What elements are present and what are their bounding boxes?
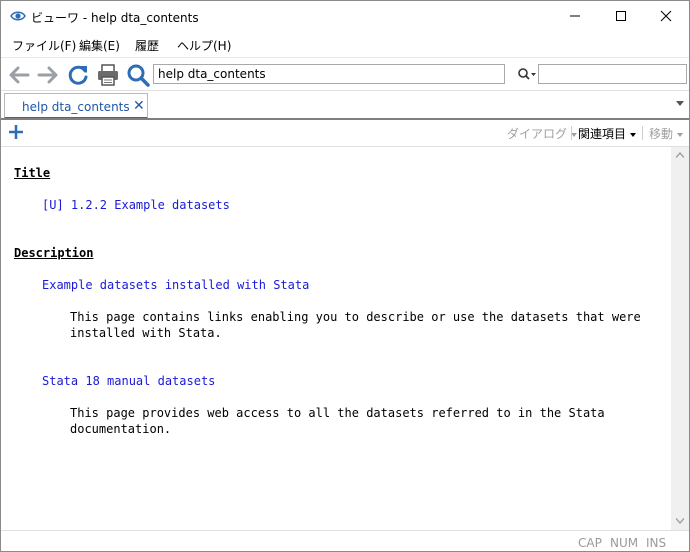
caps-lock-indicator: CAP [578,536,602,550]
scroll-up-icon[interactable] [676,152,684,158]
description-heading: Description [14,246,94,260]
minimize-button[interactable] [552,1,598,31]
jump-label: 移動 [649,127,674,141]
vertical-scrollbar[interactable] [671,147,689,530]
toolbar: help dta_contents [1,57,689,91]
find-dropdown-icon[interactable] [517,67,537,81]
refresh-icon[interactable] [65,62,91,88]
dialog-menu[interactable]: ダイアログ [507,125,578,142]
menu-help[interactable]: ヘルプ(H) [177,37,231,54]
scroll-down-icon[interactable] [676,518,684,524]
close-button[interactable] [643,1,689,31]
example-datasets-text-1: This page contains links enabling you to… [70,310,641,324]
title-bar: ビューワ - help dta_contents [1,1,689,32]
divider [571,126,572,140]
tab-overflow-icon[interactable] [676,101,684,106]
dialog-label: ダイアログ [507,127,568,141]
print-icon[interactable] [95,62,121,88]
find-input[interactable] [538,64,687,84]
menu-edit[interactable]: 編集(E) [79,37,120,54]
menu-bar: ファイル(F) 編集(E) 履歴 ヘルプ(H) [1,33,689,55]
close-icon [660,10,672,22]
search-icon[interactable] [125,62,151,88]
title-link[interactable]: [U] 1.2.2 Example datasets [42,197,230,213]
help-content: Title [U] 1.2.2 Example datasets Descrip… [1,147,671,530]
status-bar: CAP NUM INS [1,530,689,551]
example-datasets-text-2: installed with Stata. [70,326,222,340]
manual-datasets-text-1: This page provides web access to all the… [70,406,605,420]
divider [642,126,643,140]
eye-icon [10,11,26,21]
jump-menu[interactable]: 移動 [649,125,684,142]
manual-datasets-text-2: documentation. [70,422,172,436]
tab-strip: help dta_contents ✕ [1,90,689,120]
manual-datasets-link[interactable]: Stata 18 manual datasets [42,373,215,389]
plus-icon[interactable] [7,123,25,141]
menu-history[interactable]: 履歴 [135,37,159,54]
chevron-down-icon [630,132,637,137]
num-lock-indicator: NUM [610,536,639,550]
example-datasets-link[interactable]: Example datasets installed with Stata [42,277,309,293]
viewer-window: ビューワ - help dta_contents ファイル(F) 編集(E) 履… [0,0,690,552]
chevron-down-icon [677,132,684,137]
title-heading: Title [14,166,51,180]
insert-mode-indicator: INS [646,536,667,550]
back-arrow-icon[interactable] [6,62,32,88]
related-label: 関連項目 [578,127,627,141]
tab-label: help dta_contents [22,100,130,114]
window-title: ビューワ - help dta_contents [31,11,199,25]
minimize-icon [570,15,580,17]
tab-close-icon[interactable]: ✕ [133,98,145,114]
tab-help-dta-contents[interactable]: help dta_contents ✕ [4,93,148,119]
command-input[interactable]: help dta_contents [153,64,505,84]
related-menu[interactable]: 関連項目 [578,125,637,142]
forward-arrow-icon[interactable] [35,62,61,88]
maximize-button[interactable] [598,1,644,31]
maximize-icon [616,11,626,21]
viewer-subbar: ダイアログ 関連項目 移動 [1,120,689,147]
menu-file[interactable]: ファイル(F) [12,37,76,54]
